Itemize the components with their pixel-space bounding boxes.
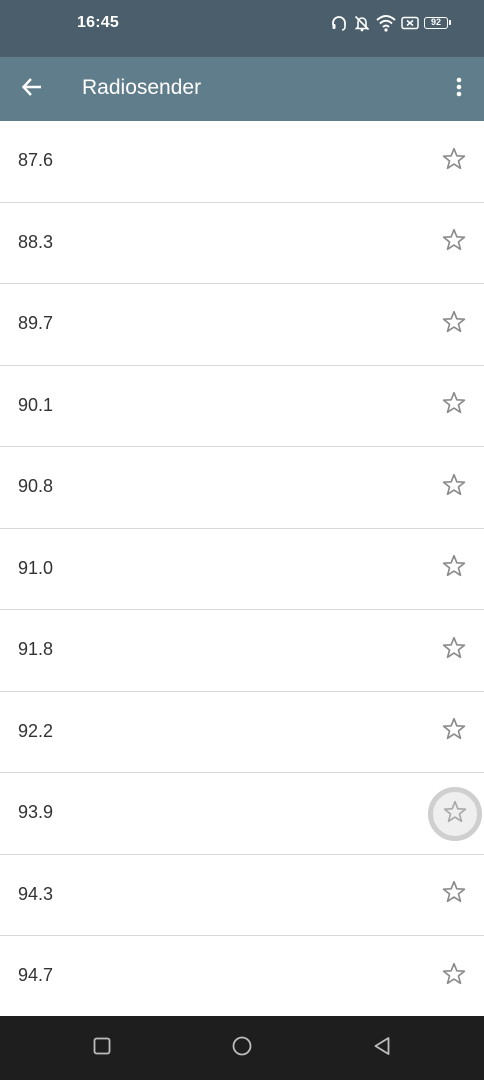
favorite-button[interactable] [434,875,474,915]
star-outline-icon [441,716,467,747]
station-row[interactable]: 91.8 [0,610,484,692]
station-frequency: 94.3 [18,883,54,904]
sim-off-icon [401,16,419,30]
station-row[interactable]: 92.2 [0,692,484,773]
star-outline-icon [442,799,468,830]
star-outline-icon [441,961,467,992]
favorite-button[interactable] [434,467,474,507]
station-frequency: 89.7 [18,313,54,333]
station-row[interactable]: 90.1 [0,366,484,447]
favorite-button[interactable] [434,141,474,181]
station-frequency: 91.8 [18,639,54,659]
star-outline-icon [441,309,467,340]
station-frequency: 94.7 [18,965,54,985]
station-row[interactable]: 90.8 [0,447,484,529]
favorite-button[interactable] [434,630,474,670]
favorite-button[interactable] [434,223,474,263]
battery-icon: 92 [424,17,451,29]
station-frequency: 88.3 [18,231,54,252]
station-frequency: 92.2 [18,720,54,741]
status-icons: 92 [330,13,451,33]
back-triangle-icon [373,1036,391,1061]
favorite-button[interactable] [434,549,474,589]
station-frequency: 93.9 [18,802,54,822]
recents-square-icon [93,1037,111,1060]
favorite-button[interactable] [434,304,474,344]
navigation-bar [0,1016,484,1080]
notifications-off-icon [353,14,371,32]
station-row[interactable]: 91.0 [0,529,484,610]
favorite-button[interactable] [428,787,482,841]
station-list: 87.6 88.3 89.7 90.1 90.8 91.0 91.8 92.2 93.9 94.3… [0,121,484,1016]
favorite-button[interactable] [434,712,474,752]
screen: 16:45 92 Radiosender 87.6 88.3 89.7 90.1… [0,0,484,1080]
station-frequency: 87.6 [18,150,54,170]
station-frequency: 90.1 [18,394,54,415]
star-outline-icon [441,879,467,910]
status-time: 16:45 [77,14,119,31]
star-outline-icon [441,553,467,584]
star-outline-icon [441,390,467,421]
home-button[interactable] [226,1032,258,1064]
more-vert-icon [456,77,462,102]
headset-icon [330,14,348,32]
status-bar: 16:45 92 [0,0,484,57]
home-circle-icon [232,1036,252,1061]
favorite-button[interactable] [434,386,474,426]
station-row[interactable]: 88.3 [0,203,484,284]
recents-button[interactable] [86,1032,118,1064]
star-outline-icon [441,227,467,258]
station-row[interactable]: 93.9 [0,773,484,855]
page-title: Radiosender [82,76,202,99]
system-back-button[interactable] [366,1032,398,1064]
station-frequency: 90.8 [18,476,54,496]
back-button[interactable] [14,71,50,107]
station-frequency: 91.0 [18,557,54,578]
station-row[interactable]: 94.3 [0,855,484,936]
arrow-back-icon [21,76,43,103]
star-outline-icon [441,146,467,177]
station-row[interactable]: 87.6 [0,121,484,203]
star-outline-icon [441,635,467,666]
app-bar: Radiosender [0,57,484,121]
station-row[interactable]: 94.7 [0,936,484,1016]
star-outline-icon [441,472,467,503]
favorite-button[interactable] [434,956,474,996]
more-options-button[interactable] [444,71,474,107]
wifi-icon [376,14,396,32]
station-row[interactable]: 89.7 [0,284,484,366]
